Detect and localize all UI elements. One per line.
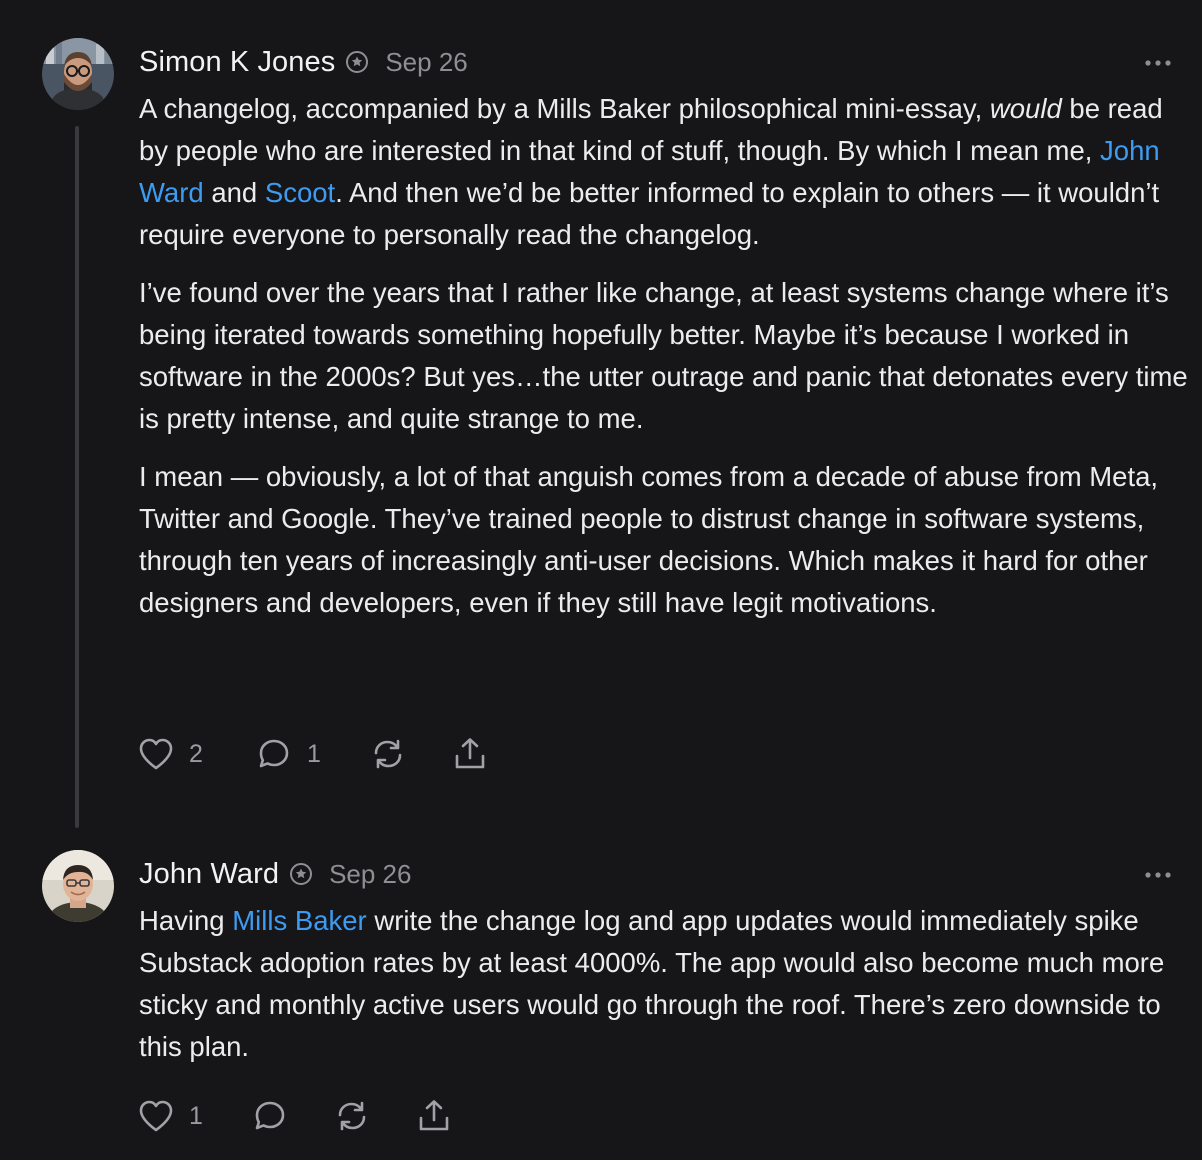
comment-actions: 1 [137,1096,453,1136]
like-count: 2 [189,739,203,768]
like-button[interactable]: 1 [137,1098,251,1134]
subscriber-badge-icon [289,862,313,886]
author-name[interactable]: John Ward [139,858,279,891]
comment-paragraph: Having Mills Baker write the change log … [139,900,1189,1068]
comment-body: A changelog, accompanied by a Mills Bake… [139,88,1189,640]
paragraph-text: I mean — obviously, a lot of that anguis… [139,461,1159,618]
paragraph-text: and [203,177,265,208]
share-icon [415,1098,453,1134]
share-button[interactable] [415,1098,453,1134]
speech-bubble-icon [255,736,293,772]
reply-button[interactable]: 1 [255,736,369,772]
heart-icon [137,736,175,772]
share-button[interactable] [451,736,489,772]
restack-icon [369,736,407,772]
reply-count: 1 [307,739,321,768]
paragraph-text: I’ve found over the years that I rather … [139,277,1188,434]
avatar[interactable] [42,850,114,922]
author-name[interactable]: Simon K Jones [139,46,335,79]
more-options-icon[interactable] [1142,58,1174,68]
paragraph-text: A changelog, accompanied by a Mills Bake… [139,93,990,124]
paragraph-text: Having [139,905,233,936]
comment-body: Having Mills Baker write the change log … [139,900,1189,1084]
like-button[interactable]: 2 [137,736,255,772]
avatar[interactable] [42,38,114,110]
restack-icon [333,1098,371,1134]
reply-button[interactable] [251,1098,333,1134]
thread-line [75,126,79,828]
comment-header: John Ward Sep 26 [139,854,411,894]
comment-date[interactable]: Sep 26 [385,47,467,78]
heart-icon [137,1098,175,1134]
user-mention-link[interactable]: Mills Baker [232,905,366,936]
restack-button[interactable] [369,736,451,772]
comment-paragraph: I mean — obviously, a lot of that anguis… [139,456,1189,624]
comment-paragraph: I’ve found over the years that I rather … [139,272,1189,440]
comment-actions: 2 1 [137,734,489,774]
restack-button[interactable] [333,1098,415,1134]
comment-header: Simon K Jones Sep 26 [139,42,468,82]
share-icon [451,736,489,772]
user-mention-link[interactable]: Scoot [265,177,335,208]
comment-paragraph: A changelog, accompanied by a Mills Bake… [139,88,1189,256]
comment-date[interactable]: Sep 26 [329,859,411,890]
like-count: 1 [189,1101,203,1130]
speech-bubble-icon [251,1098,289,1134]
more-options-icon[interactable] [1142,870,1174,880]
emphasis-text: would [989,93,1062,124]
subscriber-badge-icon [345,50,369,74]
